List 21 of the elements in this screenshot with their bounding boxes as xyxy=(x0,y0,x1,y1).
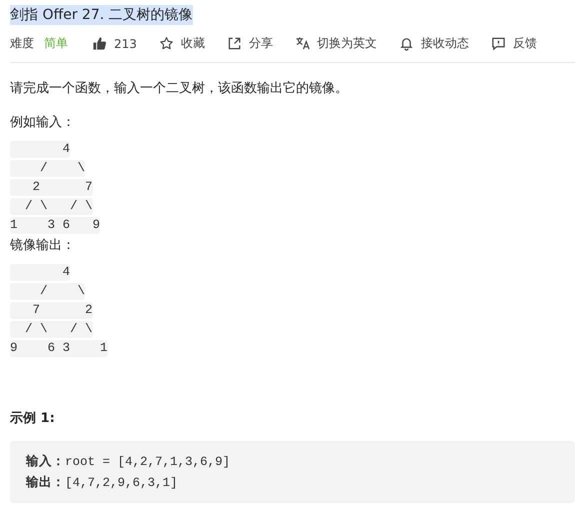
share-icon xyxy=(226,36,242,51)
input-heading: 例如输入： xyxy=(10,114,76,131)
like-button[interactable]: 213 xyxy=(92,36,137,51)
bell-icon xyxy=(398,36,414,51)
example-title: 示例 1: xyxy=(10,410,56,427)
translate-button[interactable]: 切换为英文 xyxy=(294,35,377,52)
bell-button[interactable]: 接收动态 xyxy=(398,35,469,52)
difficulty-level: 简单 xyxy=(44,35,68,52)
star-button[interactable]: 收藏 xyxy=(158,35,205,52)
translate-icon xyxy=(294,36,310,51)
example-line: 输入：root = [4,2,7,1,3,6,9] xyxy=(26,453,232,470)
thumbs-up-icon xyxy=(92,36,107,51)
share-button[interactable]: 分享 xyxy=(226,35,273,52)
description-text: 请完成一个函数，输入一个二叉树，该函数输出它的镜像。 xyxy=(10,80,349,97)
feedback-icon xyxy=(490,36,506,51)
difficulty-label: 难度 xyxy=(10,35,34,52)
problem-title: 剑指 Offer 27. 二叉树的镜像 xyxy=(10,5,193,25)
feedback-button[interactable]: 反馈 xyxy=(490,35,537,52)
example-line: 输出：[4,7,2,9,6,3,1] xyxy=(26,474,179,491)
output-heading: 镜像输出： xyxy=(10,237,76,254)
star-icon xyxy=(158,36,174,51)
